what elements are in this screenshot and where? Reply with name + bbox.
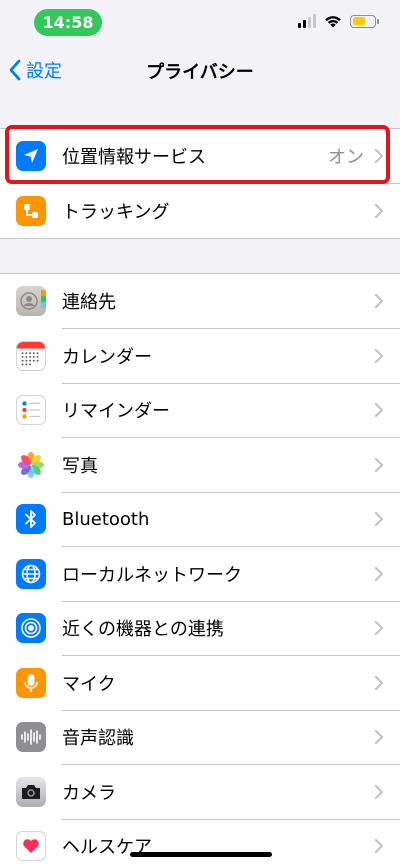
row-label: リマインダー	[62, 401, 170, 423]
chevron-right-icon	[374, 784, 384, 799]
reminders-icon	[16, 395, 46, 426]
row-health[interactable]: ヘルスケア	[0, 819, 400, 866]
row-microphone[interactable]: マイク	[0, 656, 400, 711]
row-contacts[interactable]: 連絡先	[0, 274, 400, 329]
status-bar: 14:58	[0, 0, 400, 42]
row-value: オン	[328, 147, 364, 169]
chevron-right-icon	[374, 730, 384, 745]
row-label: Bluetooth	[62, 508, 150, 530]
chevron-right-icon	[374, 348, 384, 363]
cellular-signal-icon	[298, 14, 316, 28]
row-label: 連絡先	[62, 292, 116, 314]
page-title: プライバシー	[146, 62, 254, 83]
photos-icon	[16, 449, 46, 480]
chevron-right-icon	[374, 839, 384, 854]
row-tracking[interactable]: トラッキング	[0, 184, 400, 239]
row-label: 位置情報サービス	[62, 147, 206, 169]
row-photos[interactable]: 写真	[0, 438, 400, 493]
chevron-right-icon	[374, 149, 384, 164]
battery-icon	[350, 14, 379, 28]
row-calendar[interactable]: カレンダー	[0, 329, 400, 384]
row-bluetooth[interactable]: Bluetooth	[0, 492, 400, 547]
calendar-icon	[16, 340, 46, 371]
chevron-right-icon	[374, 403, 384, 418]
row-reminders[interactable]: リマインダー	[0, 383, 400, 438]
chevron-right-icon	[374, 294, 384, 309]
row-location-services[interactable]: 位置情報サービス オン	[0, 129, 400, 184]
wifi-icon	[325, 16, 341, 28]
row-label: ローカルネットワーク	[62, 564, 242, 586]
microphone-icon	[16, 667, 46, 698]
chevron-right-icon	[374, 621, 384, 636]
nearby-interaction-icon	[16, 613, 46, 644]
contacts-icon	[16, 286, 46, 317]
navigation-bar: 設定 プライバシー	[0, 42, 400, 98]
row-label: マイク	[62, 673, 116, 695]
row-label: トラッキング	[62, 201, 170, 223]
chevron-right-icon	[374, 566, 384, 581]
bluetooth-icon	[16, 504, 46, 535]
row-label: 近くの機器との連携	[62, 619, 224, 641]
speech-recognition-icon	[16, 722, 46, 753]
tracking-icon	[16, 195, 46, 226]
row-camera[interactable]: カメラ	[0, 765, 400, 820]
row-speech-recognition[interactable]: 音声認識	[0, 710, 400, 765]
health-icon	[16, 831, 46, 862]
chevron-right-icon	[374, 675, 384, 690]
row-label: 写真	[62, 455, 98, 477]
home-indicator[interactable]	[130, 852, 272, 857]
chevron-right-icon	[374, 457, 384, 472]
row-local-network[interactable]: ローカルネットワーク	[0, 547, 400, 602]
row-label: カレンダー	[62, 346, 152, 368]
location-arrow-icon	[16, 141, 46, 172]
camera-icon	[16, 776, 46, 807]
chevron-right-icon	[374, 203, 384, 218]
status-icons	[298, 14, 379, 28]
chevron-right-icon	[374, 512, 384, 527]
row-nearby-interaction[interactable]: 近くの機器との連携	[0, 601, 400, 656]
settings-group-location: 位置情報サービス オン トラッキング	[0, 128, 400, 239]
status-time[interactable]: 14:58	[34, 9, 102, 36]
row-label: カメラ	[62, 782, 116, 804]
globe-icon	[16, 558, 46, 589]
row-label: 音声認識	[62, 728, 134, 750]
settings-group-apps: 連絡先 カレンダー リマインダー 写真 Bluetooth ローカルネットワーク…	[0, 273, 400, 866]
